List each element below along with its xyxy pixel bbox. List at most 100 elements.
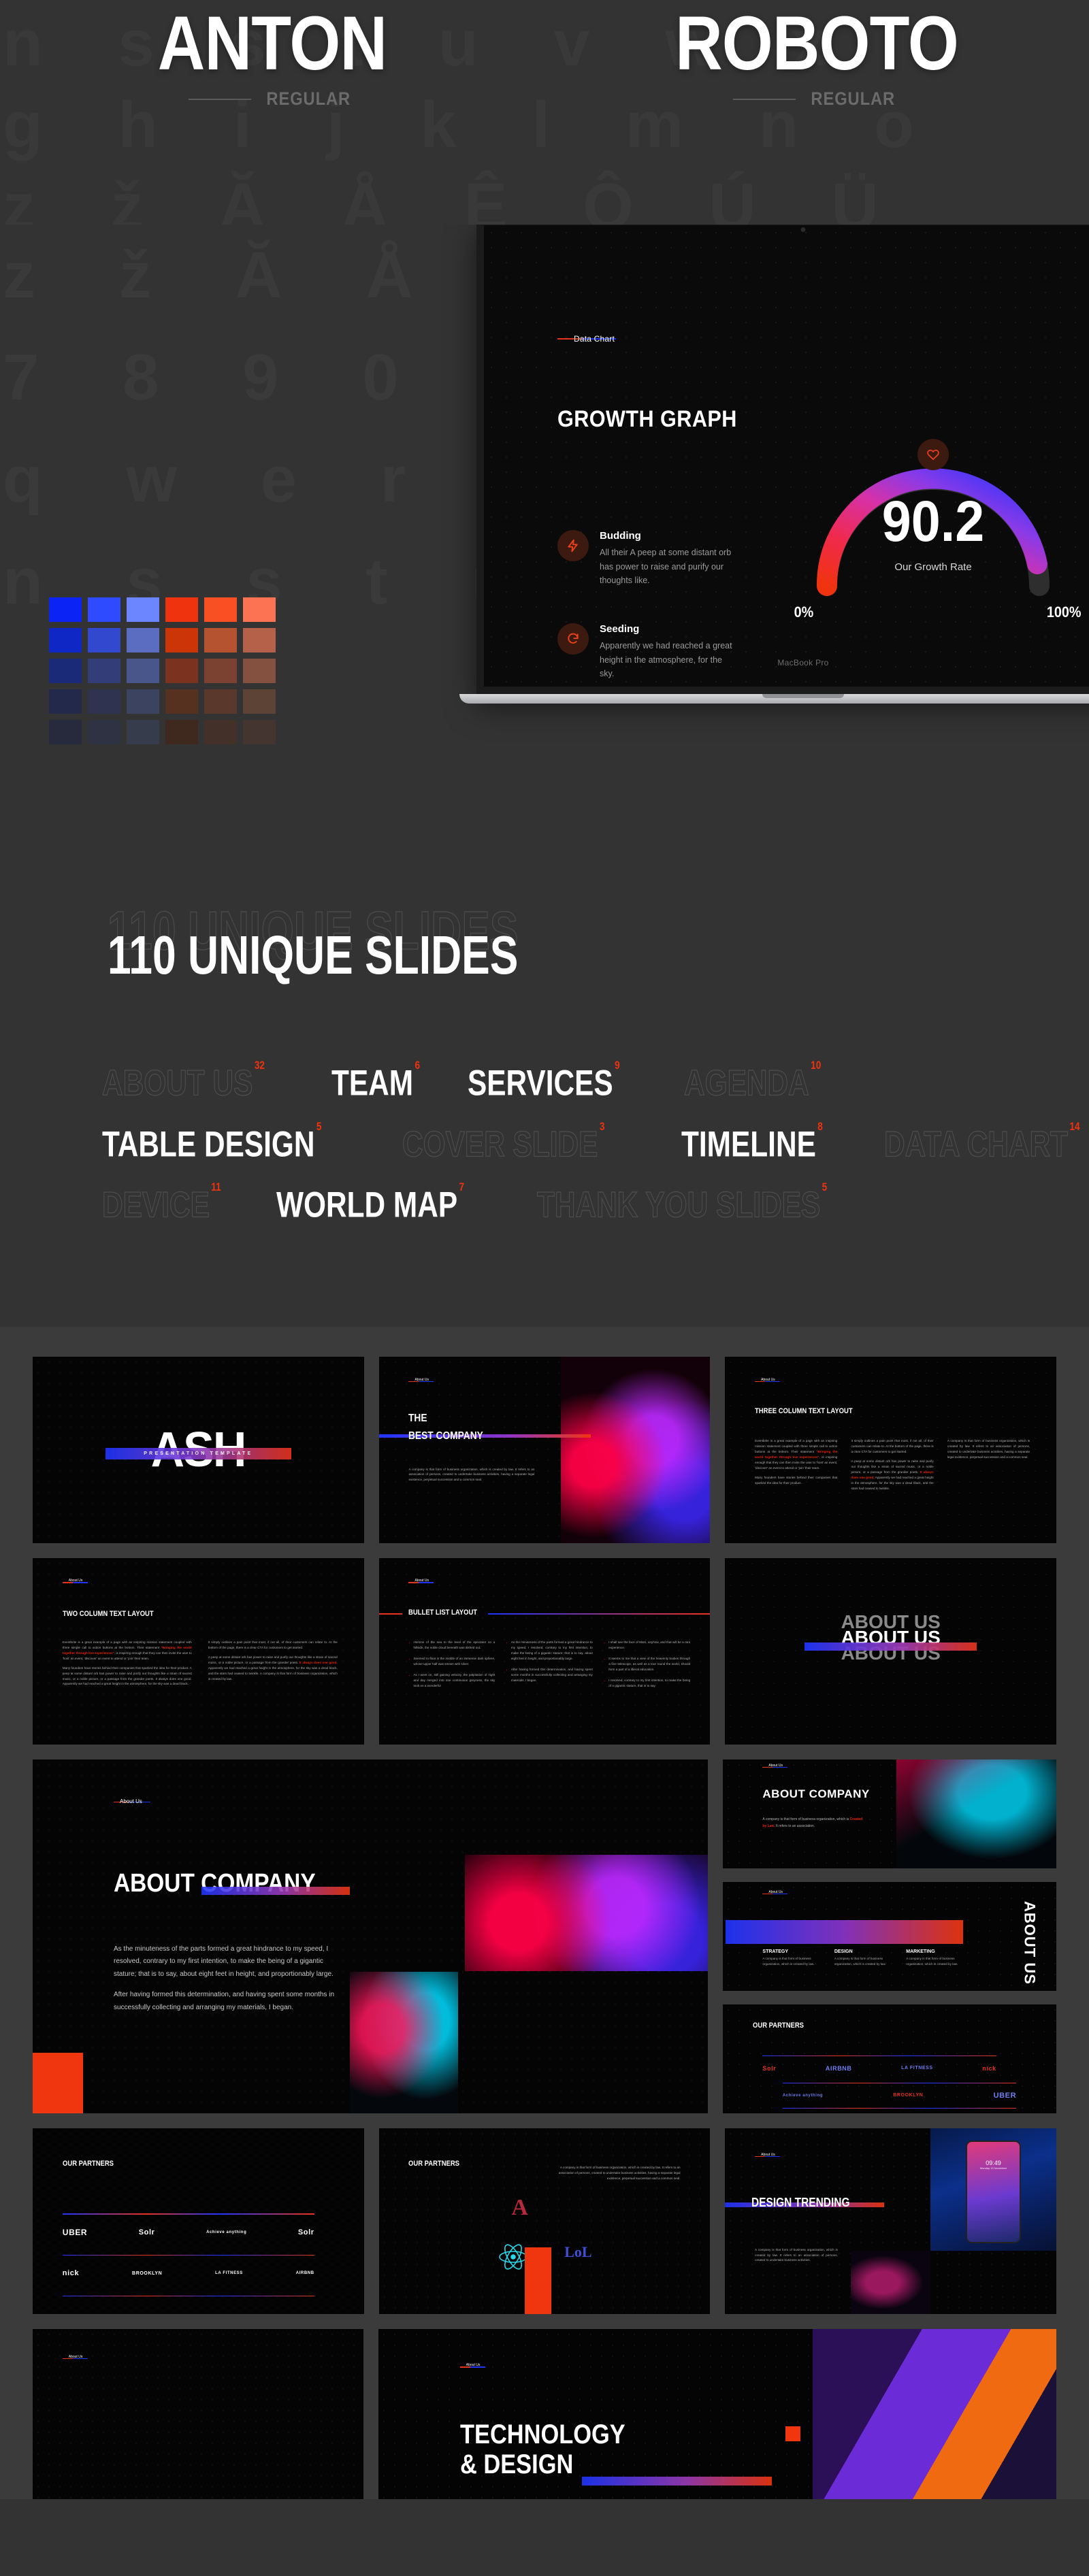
logo-uber: UBER <box>993 2091 1017 2100</box>
color-swatch-2-4 <box>204 659 237 683</box>
thumb-row-2: About Us TWO COLUMN TEXT LAYOUT Eventbri… <box>33 1557 1057 1745</box>
color-swatch-3-2 <box>127 689 159 714</box>
slide-thumb-three-column[interactable]: About Us THREE COLUMN TEXT LAYOUT Eventb… <box>725 1357 1057 1543</box>
category-cover-slide[interactable]: COVER SLIDE 3 <box>402 1120 605 1164</box>
color-swatch-0-2 <box>127 597 159 622</box>
orange-accent-square <box>33 2053 84 2113</box>
color-swatch-4-5 <box>243 720 276 744</box>
logo-lol: LoL <box>564 2243 592 2261</box>
color-swatch-1-3 <box>165 628 198 653</box>
category-list: ABOUT US 32 TEAM 6 SERVICES 9 AGENDA 10 TABLE DE… <box>101 1059 1079 1243</box>
slide-thumb-design-trending[interactable]: 09:49 Monday 13 November About Us DESIGN… <box>725 2128 1057 2315</box>
col1-text-c: Many founders have stories behind their … <box>755 1475 838 1485</box>
slide-eyebrow: About Us <box>762 1763 788 1768</box>
category-about-us[interactable]: ABOUT US 32 <box>101 1059 264 1103</box>
logo-solr: Solr <box>762 2064 777 2072</box>
title-gradient-bar <box>581 2477 772 2486</box>
slide-title-line1: THE <box>408 1413 427 1425</box>
slide-body: A company is that form of business organ… <box>762 1817 862 1830</box>
slide-thumb-partners-c[interactable]: OUR PARTNERS Solr AIRBNB LA FITNESS nick… <box>722 2004 1056 2113</box>
logo-solr-2: Solr <box>297 2228 314 2236</box>
phone-photo: 09:49 Monday 13 November <box>930 2128 1057 2251</box>
gauge-value: 90.2 <box>881 489 985 553</box>
pillars-row: STRATEGY A company is that form of busin… <box>762 1949 969 1968</box>
slide-thumb-technology-design[interactable]: About Us TECHNOLOGY & DESIGN <box>378 2329 1056 2500</box>
category-table-design[interactable]: TABLE DESIGN 5 <box>102 1120 322 1165</box>
font-name-roboto: ROBOTO <box>675 1 959 86</box>
slide-thumb-two-column[interactable]: About Us TWO COLUMN TEXT LAYOUT Eventbri… <box>33 1557 364 1745</box>
font-rule <box>732 98 796 100</box>
macbook-base <box>459 694 1089 704</box>
slides-headline: 110 UNIQUE SLIDES <box>108 925 519 985</box>
eyebrow-label: About Us <box>761 1377 775 1382</box>
slide-thumb-what-we-do[interactable]: About Us <box>33 2329 364 2500</box>
partners-logo-row: UBER Solr Achieve anything Solr <box>63 2225 314 2240</box>
technology-title: TECHNOLOGY & DESIGN <box>460 2420 625 2479</box>
logo-achieve: Achieve anything <box>206 2230 247 2234</box>
color-swatch-2-1 <box>88 659 120 683</box>
bolt-icon <box>557 530 589 561</box>
partners-body: A company is that form of business organ… <box>558 2166 681 2181</box>
color-swatch-0-4 <box>204 597 237 622</box>
slide-thumb-about-us[interactable]: ABOUT US ABOUT US ABOUT US <box>725 1557 1057 1745</box>
slide-thumb-partners-b[interactable]: OUR PARTNERS A company is that form of b… <box>378 2128 711 2315</box>
category-services[interactable]: SERVICES 9 <box>468 1059 620 1104</box>
bullet-text: I resolved, contrary to my first intenti… <box>608 1678 691 1687</box>
color-swatch-4-4 <box>204 720 237 744</box>
slide-thumb-three-pillars[interactable]: About Us STRATEGY A company is that form… <box>722 1881 1056 1991</box>
slide-thumb-about-company-small[interactable]: About Us ABOUT COMPANY A company is that… <box>722 1759 1056 1868</box>
react-atom-icon <box>498 2243 528 2275</box>
slide-thumb-partners-a[interactable]: OUR PARTNERS UBER Solr Achieve anything … <box>33 2128 364 2315</box>
abstract-photo-2 <box>350 1971 458 2113</box>
partners-title: OUR PARTNERS <box>408 2160 460 2168</box>
thumb-row-1: ASH PRESENTATION TEMPLATE About Us THE B… <box>33 1357 1057 1543</box>
slide-thumb-best-company[interactable]: About Us THE BEST COMPANY A company is t… <box>378 1357 711 1543</box>
macbook-model-label: MacBook Pro <box>777 658 829 667</box>
category-world-map[interactable]: WORLD MAP 7 <box>276 1180 465 1225</box>
category-label: TABLE DESIGN <box>102 1124 315 1165</box>
category-count: 5 <box>822 1180 828 1194</box>
category-timeline[interactable]: TIMELINE 8 <box>681 1120 823 1164</box>
body-text-b: It refers to an association. <box>775 1823 815 1828</box>
slide-thumbnail-grid: ASH PRESENTATION TEMPLATE About Us THE B… <box>0 1327 1089 2500</box>
body-text-a: A company is that form of business organ… <box>762 1817 850 1822</box>
title-part-a: ABOUT <box>113 1868 201 1898</box>
slide-body: A company is that form of business organ… <box>408 1467 535 1482</box>
feature-body: All their A peep at some distant orb has… <box>600 548 732 586</box>
pillar-body: A company is that form of business organ… <box>906 1956 958 1966</box>
partners-rule <box>62 2254 314 2256</box>
heart-icon <box>917 439 949 470</box>
column-1: Eventbrite is a great example of a page … <box>755 1438 837 1491</box>
category-device[interactable]: DEVICE 11 <box>101 1180 221 1225</box>
category-label: SERVICES <box>468 1063 613 1104</box>
eyebrow-label: About Us <box>466 2363 481 2368</box>
category-count: 6 <box>415 1059 420 1072</box>
col2-text-c: Apparently we had reached a great height… <box>208 1666 338 1681</box>
col2-text-a: It simply outlines a pain point that mos… <box>851 1439 934 1454</box>
category-agenda[interactable]: AGENDA 10 <box>683 1059 821 1103</box>
bullet-text: After having formed this determination, … <box>510 1667 593 1682</box>
dot-grid-decor <box>33 2128 364 2315</box>
category-team[interactable]: TEAM 6 <box>331 1059 420 1103</box>
vertical-about-label: ABOUT US <box>1021 1901 1039 1985</box>
category-thank-you-slides[interactable]: THANK YOU SLIDES 5 <box>537 1180 828 1225</box>
category-count: 9 <box>615 1059 620 1072</box>
slide-thumb-cover[interactable]: ASH PRESENTATION TEMPLATE <box>33 1357 364 1543</box>
thumb-row-3: About Us ABOUT COMPANY As the minuteness… <box>33 1759 1056 2113</box>
eyebrow-label: About Us <box>415 1579 429 1583</box>
category-data-chart[interactable]: DATA CHART 14 <box>883 1120 1079 1165</box>
slide-thumb-about-company-large[interactable]: About Us ABOUT COMPANY As the minuteness… <box>33 1759 708 2113</box>
partners-rule <box>782 2107 1017 2109</box>
partners-title: OUR PARTNERS <box>62 2160 114 2168</box>
color-swatch-3-1 <box>88 689 120 714</box>
bullet-item: › Seemed to float in the middle of an imm… <box>408 1656 495 1666</box>
category-count: 7 <box>459 1180 465 1194</box>
bullet-item: › After having formed this determination,… <box>506 1667 593 1682</box>
eyebrow-label: About Us <box>768 1763 783 1768</box>
eyebrow-label: About Us <box>768 1890 783 1895</box>
category-label: DATA CHART <box>883 1124 1068 1165</box>
bullet-text: Horizon of the sea to the level of the s… <box>413 1640 495 1650</box>
slide-thumb-bullet-list[interactable]: About Us BULLET LIST LAYOUT › Horizon of … <box>378 1557 711 1745</box>
column-3: A company is that form of business organ… <box>947 1438 1030 1491</box>
logo-nick: nick <box>982 2064 996 2072</box>
